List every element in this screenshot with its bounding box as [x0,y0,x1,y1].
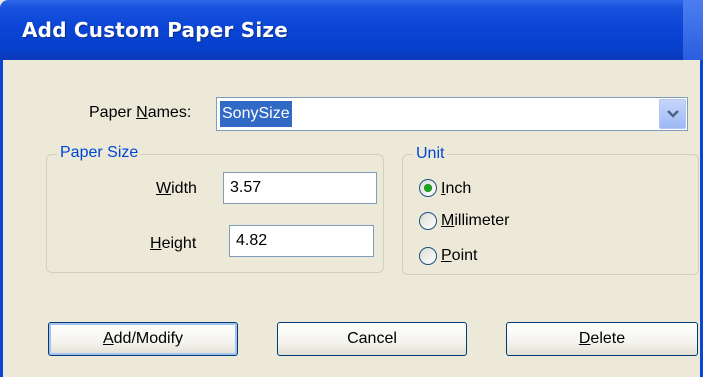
paper-names-combobox[interactable]: SonySize [216,97,688,131]
paper-size-legend: Paper Size [57,144,142,162]
paper-names-label: Paper Names: [89,104,192,121]
window-border-left [0,60,3,377]
title-bar[interactable]: Add Custom Paper Size [0,0,703,60]
height-input[interactable]: 4.82 [229,225,374,257]
width-label: Width [156,180,197,197]
radio-selected-dot [424,184,432,192]
add-modify-button[interactable]: Add/Modify [48,322,238,356]
unit-option-millimeter-label[interactable]: Millimeter [441,212,509,230]
dropdown-button[interactable] [659,99,686,129]
unit-radio-point[interactable] [419,247,437,265]
unit-radio-inch[interactable] [419,179,437,197]
chevron-down-icon [667,110,679,118]
cancel-button[interactable]: Cancel [277,322,467,356]
unit-option-point-label[interactable]: Point [441,247,477,265]
height-label: Height [150,235,197,252]
unit-radio-millimeter[interactable] [419,212,437,230]
paper-names-value[interactable]: SonySize [220,101,292,127]
delete-button[interactable]: Delete [506,322,698,356]
window-title: Add Custom Paper Size [22,18,288,42]
title-bar-edge-button[interactable] [683,0,703,60]
unit-legend: Unit [413,145,448,163]
width-input[interactable]: 3.57 [223,172,377,204]
unit-option-inch-label[interactable]: Inch [441,180,471,198]
